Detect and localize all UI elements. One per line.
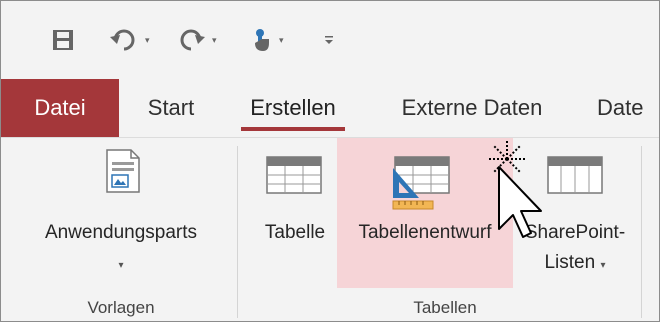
save-icon bbox=[53, 30, 73, 50]
ribbon-tabs: Datei Start Erstellen Externe Daten Date bbox=[1, 79, 659, 137]
redo-icon bbox=[180, 29, 205, 51]
touch-mode-icon bbox=[255, 29, 269, 51]
quick-access-toolbar: ▾ ▾ ▾ bbox=[1, 1, 659, 79]
tabelle-button[interactable]: Tabelle bbox=[253, 138, 337, 288]
table-icon bbox=[266, 156, 322, 194]
sharepoint-listen-dropdown-icon: ▾ bbox=[600, 260, 606, 271]
undo-button[interactable]: ▾ bbox=[109, 25, 150, 55]
sharepoint-listen-label-1: SharePoint- bbox=[524, 222, 626, 243]
ribbon-body: Anwendungsparts ▾ Vorlagen Tabelle Tabel… bbox=[1, 137, 659, 321]
tabellenentwurf-label: Tabellenentwurf bbox=[358, 222, 492, 243]
undo-dropdown-icon[interactable]: ▾ bbox=[145, 35, 150, 46]
save-button[interactable] bbox=[51, 25, 75, 55]
tab-externe-daten-label: Externe Daten bbox=[401, 95, 543, 120]
tabelle-label: Tabelle bbox=[264, 222, 326, 243]
sharepoint-listen-label-2: Listen ▾ bbox=[544, 252, 606, 273]
table-design-icon bbox=[392, 156, 450, 210]
tab-start-label: Start bbox=[147, 95, 195, 120]
touch-mode-button[interactable]: ▾ bbox=[251, 25, 284, 55]
redo-button[interactable]: ▾ bbox=[176, 25, 217, 55]
active-tab-underline bbox=[241, 127, 345, 131]
anwendungsparts-button[interactable]: Anwendungsparts ▾ bbox=[21, 138, 221, 288]
tabellenentwurf-button[interactable]: Tabellenentwurf bbox=[337, 138, 513, 288]
redo-dropdown-icon[interactable]: ▾ bbox=[212, 35, 217, 46]
undo-icon bbox=[110, 29, 135, 51]
touch-mode-dropdown-icon[interactable]: ▾ bbox=[279, 35, 284, 46]
group-separator-right bbox=[641, 146, 642, 318]
app-window: ▾ ▾ ▾ Datei Start Erstellen Externe Date… bbox=[0, 0, 660, 322]
tab-file[interactable]: Datei bbox=[1, 79, 119, 137]
tab-erstellen[interactable]: Erstellen bbox=[241, 79, 345, 137]
anwendungsparts-dropdown-icon: ▾ bbox=[118, 260, 124, 271]
tab-externe-daten[interactable]: Externe Daten bbox=[379, 79, 565, 137]
group-separator bbox=[237, 146, 238, 318]
tab-datenbanktools-label: Date bbox=[597, 95, 644, 120]
tab-datenbanktools[interactable]: Date bbox=[597, 79, 659, 137]
tab-erstellen-label: Erstellen bbox=[250, 95, 336, 120]
tab-start[interactable]: Start bbox=[131, 79, 211, 137]
sharepoint-listen-button[interactable]: SharePoint- Listen ▾ bbox=[513, 138, 637, 288]
application-parts-icon bbox=[106, 149, 140, 193]
tab-file-label: Datei bbox=[34, 95, 86, 120]
customize-icon bbox=[325, 36, 333, 44]
anwendungsparts-label: Anwendungsparts bbox=[44, 222, 198, 243]
group-label-tabellen: Tabellen bbox=[413, 298, 477, 317]
sharepoint-list-icon bbox=[547, 156, 603, 194]
customize-qat-button[interactable] bbox=[323, 25, 335, 55]
group-label-vorlagen: Vorlagen bbox=[87, 298, 155, 317]
